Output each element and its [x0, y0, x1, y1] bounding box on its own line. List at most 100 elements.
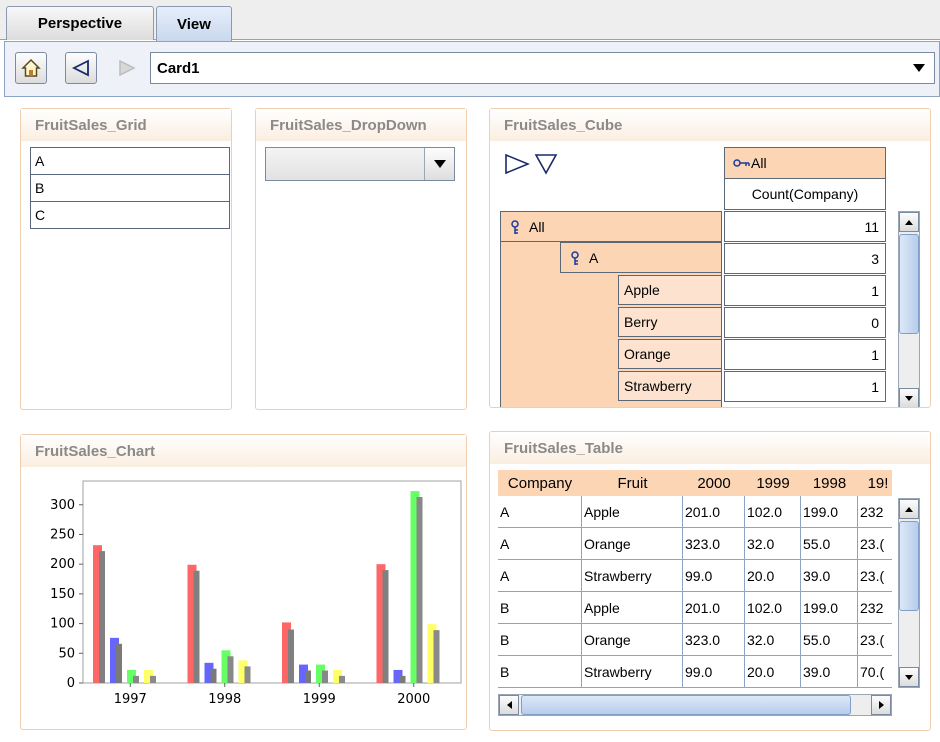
cube-row-item[interactable]: Strawberry: [618, 371, 722, 401]
table-cell[interactable]: 23.(: [858, 560, 892, 592]
table-cell[interactable]: 39.0: [801, 560, 858, 592]
table-cell[interactable]: 323.0: [683, 528, 745, 560]
table-horizontal-scrollbar[interactable]: [498, 694, 892, 716]
forward-arrow-icon: [119, 59, 136, 77]
scroll-down-button[interactable]: [899, 667, 919, 687]
table-cell[interactable]: 232: [858, 496, 892, 528]
cube-row-item[interactable]: Berry: [618, 307, 722, 337]
table-cell[interactable]: A: [498, 528, 582, 560]
table-cell[interactable]: Apple: [582, 592, 683, 624]
table-cell[interactable]: 232: [858, 592, 892, 624]
table-cell[interactable]: B: [498, 624, 582, 656]
table-cell[interactable]: 23.(: [858, 528, 892, 560]
table-cell[interactable]: Orange: [582, 528, 683, 560]
key-icon: [733, 159, 750, 167]
table-column-header[interactable]: Company: [498, 470, 582, 496]
chart-bar: [416, 497, 423, 683]
table-cell[interactable]: 32.0: [745, 528, 801, 560]
table-cell[interactable]: 23.(: [858, 624, 892, 656]
fruit-dropdown-toggle[interactable]: [424, 148, 454, 180]
cube-row-group[interactable]: A: [560, 242, 722, 273]
chart-bar: [99, 551, 105, 683]
table-cell[interactable]: Strawberry: [582, 560, 683, 592]
scroll-thumb[interactable]: [521, 695, 851, 715]
y-axis-tick-label: 200: [50, 557, 75, 572]
chevron-up-icon: [905, 506, 913, 512]
table-vertical-scrollbar[interactable]: [898, 498, 920, 688]
card-selector-toggle[interactable]: [904, 53, 934, 83]
table-cell[interactable]: 55.0: [801, 624, 858, 656]
table-cell[interactable]: 201.0: [683, 592, 745, 624]
cube-value-cell: 11: [724, 211, 886, 242]
chart-bar: [399, 675, 406, 683]
cube-column-header[interactable]: All: [724, 147, 886, 179]
cube-scrollbar[interactable]: [898, 211, 920, 407]
table-cell[interactable]: 99.0: [683, 560, 745, 592]
cube-value-cell: 3: [724, 243, 886, 274]
scroll-up-button[interactable]: [899, 212, 919, 232]
y-axis-tick-label: 50: [58, 646, 75, 661]
table-cell[interactable]: 99.0: [683, 656, 745, 688]
table-cell[interactable]: 32.0: [745, 624, 801, 656]
table-cell[interactable]: 323.0: [683, 624, 745, 656]
scroll-left-button[interactable]: [499, 695, 519, 715]
grid-row[interactable]: B: [30, 174, 230, 202]
cube-panel-title: FruitSales_Cube: [490, 109, 930, 141]
table-cell[interactable]: 199.0: [801, 496, 858, 528]
card-selector[interactable]: Card1: [150, 52, 935, 84]
table-cell[interactable]: 201.0: [683, 496, 745, 528]
grid-row[interactable]: C: [30, 201, 230, 229]
cube-row-item[interactable]: Orange: [618, 339, 722, 369]
table-cell[interactable]: A: [498, 496, 582, 528]
table-cell[interactable]: A: [498, 560, 582, 592]
table-column-header[interactable]: 1998: [801, 470, 858, 496]
table-cell[interactable]: 102.0: [745, 496, 801, 528]
scroll-right-button[interactable]: [871, 695, 891, 715]
chart-bar: [116, 643, 122, 683]
fruit-dropdown[interactable]: [265, 147, 455, 181]
forward-button[interactable]: [111, 52, 143, 84]
home-icon: [21, 58, 41, 77]
scroll-up-button[interactable]: [899, 499, 919, 519]
dropdown-panel-title: FruitSales_DropDown: [256, 109, 466, 141]
chevron-left-icon: [506, 701, 512, 709]
x-axis-tick-label: 1999: [303, 692, 336, 707]
table-cell[interactable]: Strawberry: [582, 656, 683, 688]
table-cell[interactable]: 20.0: [745, 656, 801, 688]
expand-columns-icon[interactable]: [504, 153, 530, 175]
table-column-header[interactable]: 2000: [683, 470, 745, 496]
expand-rows-icon[interactable]: [534, 153, 558, 175]
table-cell[interactable]: 20.0: [745, 560, 801, 592]
table-cell[interactable]: B: [498, 592, 582, 624]
cube-row-all-label: All: [529, 218, 545, 235]
table-cell[interactable]: B: [498, 656, 582, 688]
grid-row[interactable]: A: [30, 147, 230, 175]
chart-bar: [244, 666, 251, 683]
chart-bar: [339, 675, 345, 683]
table-column-header[interactable]: 1999: [745, 470, 801, 496]
table-cell[interactable]: 102.0: [745, 592, 801, 624]
scroll-thumb[interactable]: [899, 234, 919, 334]
home-button[interactable]: [15, 52, 47, 84]
tab-view[interactable]: View: [156, 6, 232, 41]
cube-row-all[interactable]: All: [500, 211, 722, 242]
table-cell[interactable]: 55.0: [801, 528, 858, 560]
chart-bar: [150, 675, 156, 683]
tab-perspective[interactable]: Perspective: [6, 6, 154, 40]
table-cell[interactable]: Apple: [582, 496, 683, 528]
chart-panel: FruitSales_Chart 0 50 100 150 200 250 300 1997 1…: [20, 434, 467, 730]
back-button[interactable]: [65, 52, 97, 84]
scroll-thumb[interactable]: [899, 521, 919, 611]
cube-row-group-label: A: [589, 249, 599, 266]
scroll-down-button[interactable]: [899, 388, 919, 407]
table-column-header[interactable]: 19!: [858, 470, 892, 496]
dropdown-panel: FruitSales_DropDown: [255, 108, 467, 410]
table-panel: FruitSales_Table Company Fruit 2000 1999 199…: [489, 431, 931, 731]
table-cell[interactable]: 199.0: [801, 592, 858, 624]
bar-chart: 0 50 100 150 200 250 300 1997 1998 1999 2000: [50, 480, 462, 707]
table-cell[interactable]: Orange: [582, 624, 683, 656]
table-cell[interactable]: 70.(: [858, 656, 892, 688]
cube-row-item[interactable]: Apple: [618, 275, 722, 305]
table-cell[interactable]: 39.0: [801, 656, 858, 688]
table-column-header[interactable]: Fruit: [582, 470, 683, 496]
